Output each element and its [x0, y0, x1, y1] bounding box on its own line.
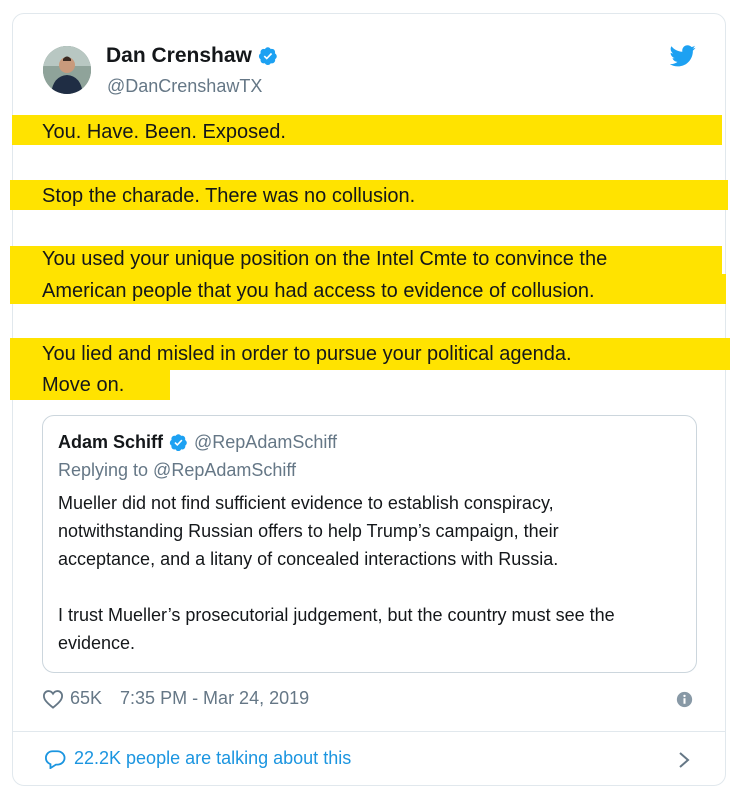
tweet-line: Move on.: [42, 374, 125, 396]
quoted-text-line: evidence.: [58, 633, 136, 653]
profile-photo-icon: [43, 46, 91, 94]
tweet-line: You used your unique position on the Int…: [42, 248, 608, 270]
chevron-right-icon[interactable]: [677, 750, 691, 770]
quoted-text-line: acceptance, and a litany of concealed in…: [58, 549, 559, 569]
like-count[interactable]: 65K: [70, 688, 102, 709]
quoted-tweet[interactable]: [42, 415, 697, 673]
info-icon[interactable]: [676, 691, 693, 708]
quoted-author-handle[interactable]: @RepAdamSchiff: [194, 432, 337, 453]
conversation-link[interactable]: 22.2K people are talking about this: [44, 748, 351, 769]
author-handle[interactable]: @DanCrenshawTX: [107, 76, 262, 97]
tweet-line: You. Have. Been. Exposed.: [42, 121, 286, 143]
tweet-line: American people that you had access to e…: [42, 280, 595, 302]
quoted-author-name[interactable]: Adam Schiff: [58, 432, 163, 453]
verified-badge-icon: [169, 434, 187, 452]
quoted-text-line: notwithstanding Russian offers to help T…: [58, 521, 559, 541]
twitter-bird-icon[interactable]: [670, 45, 696, 67]
heart-icon[interactable]: [42, 689, 64, 709]
tweet-line: You lied and misled in order to pursue y…: [42, 343, 572, 365]
divider: [12, 731, 726, 732]
tweet-line: Stop the charade. There was no collusion…: [42, 185, 416, 207]
replying-to: Replying to @RepAdamSchiff: [58, 460, 297, 480]
quoted-text-line: I trust Mueller’s prosecutorial judgemen…: [58, 605, 615, 625]
quoted-text-line: Mueller did not find sufficient evidence…: [58, 493, 554, 513]
author-name[interactable]: Dan Crenshaw: [106, 44, 252, 68]
verified-badge-icon: [258, 47, 277, 65]
talking-count-text: 22.2K people are talking about this: [74, 748, 352, 768]
avatar[interactable]: [43, 46, 91, 94]
timestamp[interactable]: 7:35 PM - Mar 24, 2019: [120, 688, 309, 709]
reply-bubble-icon: [44, 749, 66, 769]
